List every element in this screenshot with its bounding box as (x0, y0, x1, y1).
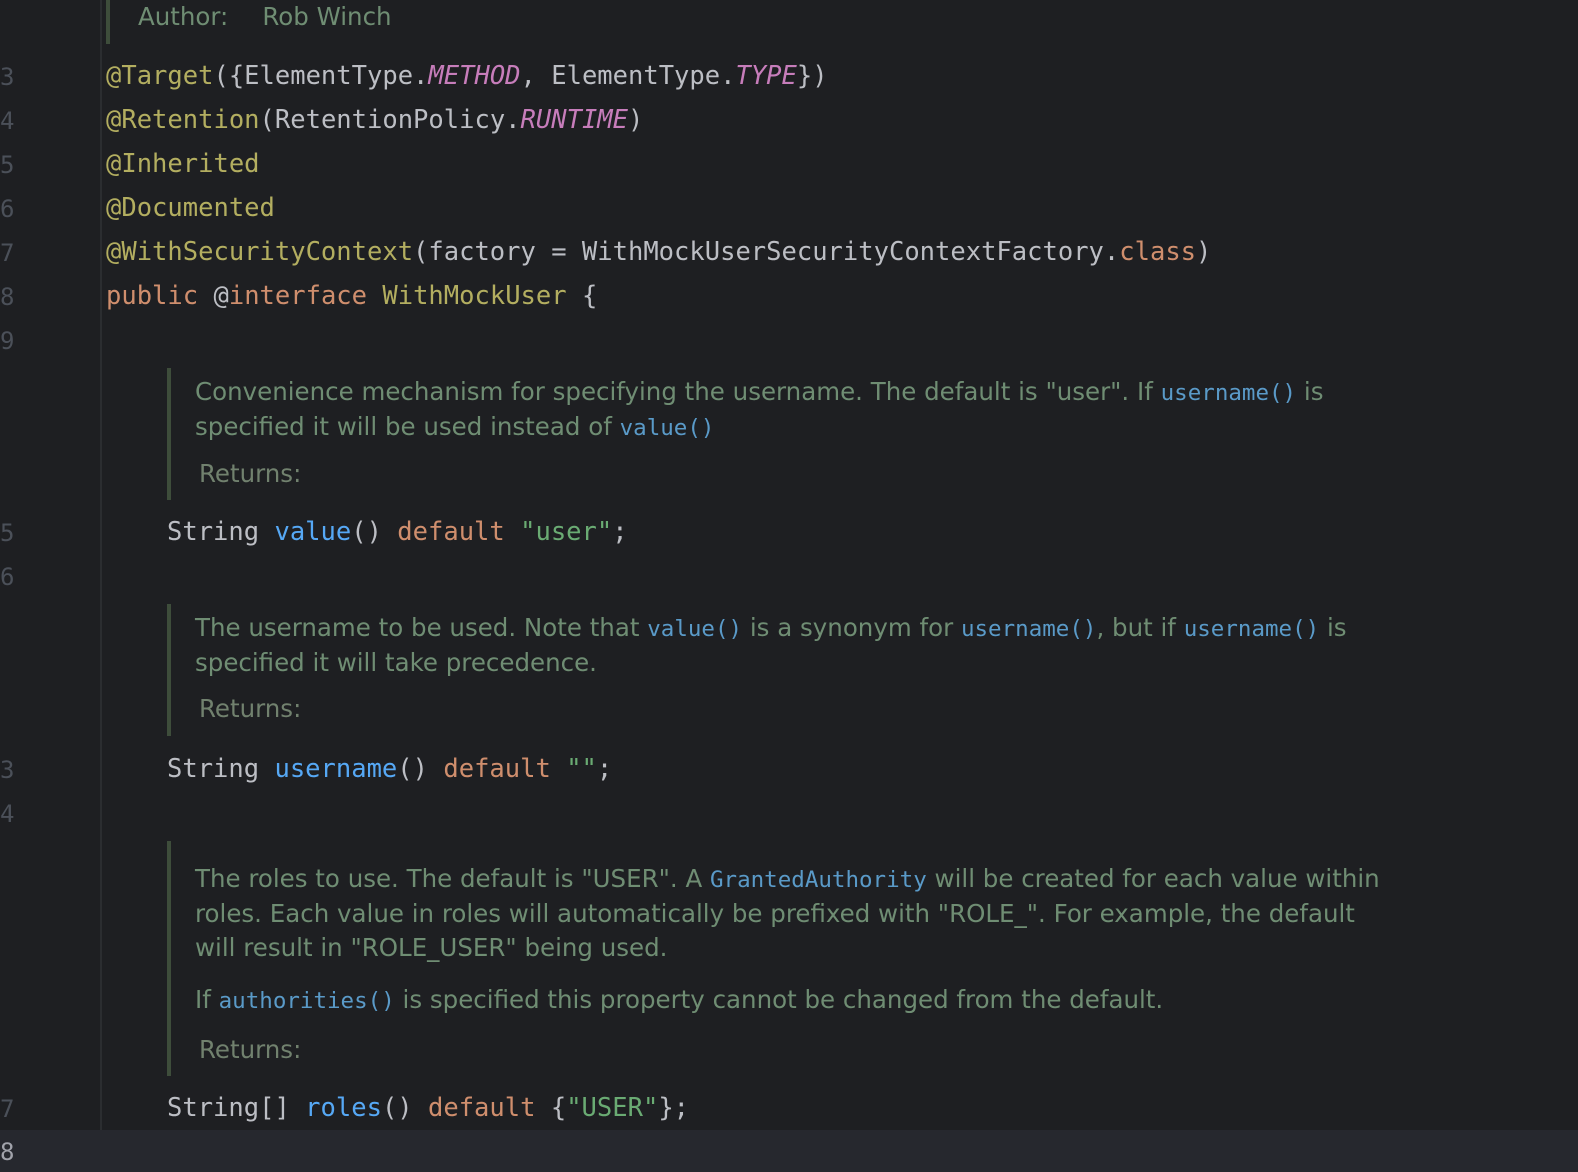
type-name-token: WithMockUser (382, 281, 567, 311)
line-number[interactable]: 5 (0, 519, 20, 547)
annotation-token: @Target (106, 61, 214, 91)
line-number[interactable]: 4 (0, 800, 20, 828)
author-doc: Author: Rob Winch (106, 0, 392, 44)
code-token: @ (198, 281, 229, 311)
code-token: ) (628, 105, 644, 135)
doc-paragraph: The username to be used. Note that value… (195, 613, 1347, 677)
code-line-roles[interactable]: String[] roles() default {"USER"}; (167, 1093, 689, 1123)
code-token: , ElementType. (520, 61, 736, 91)
code-token: ) (1196, 237, 1212, 267)
code-line-value[interactable]: String value() default "user"; (167, 517, 628, 547)
keyword-token: default (428, 1093, 536, 1123)
constant-token: TYPE (735, 61, 797, 91)
doc-link-value[interactable]: value() (620, 415, 715, 441)
code-token: () (397, 754, 444, 784)
code-line-inherited[interactable]: @Inherited (106, 149, 260, 179)
annotation-token: @WithSecurityContext (106, 237, 414, 267)
code-token: String (167, 517, 275, 547)
doc-returns: Returns: (199, 459, 302, 488)
line-number[interactable]: 6 (0, 563, 20, 591)
code-token: () (351, 517, 398, 547)
current-line-highlight (0, 1130, 1578, 1172)
string-token: "user" (520, 517, 613, 547)
author-label: Author: (138, 2, 229, 31)
line-number[interactable]: 9 (0, 327, 20, 355)
string-token: "USER" (566, 1093, 659, 1123)
code-token: ; (596, 754, 613, 784)
javadoc-value: Convenience mechanism for specifying the… (167, 368, 1361, 500)
code-token: String (167, 754, 275, 784)
code-line-interface-decl[interactable]: public @interface WithMockUser { (106, 281, 597, 311)
doc-link-username[interactable]: username() (961, 616, 1096, 642)
method-token: username (274, 754, 398, 784)
annotation-token: @Inherited (106, 149, 260, 179)
code-token: { (535, 1093, 567, 1123)
javadoc-username: The username to be used. Note that value… (167, 604, 1381, 736)
string-token: "" (566, 754, 597, 784)
doc-link-username[interactable]: username() (1184, 616, 1319, 642)
line-number[interactable]: 3 (0, 63, 20, 91)
code-line-target[interactable]: @Target({ElementType.METHOD, ElementType… (106, 61, 828, 91)
doc-link-authorities[interactable]: authorities() (219, 988, 395, 1014)
keyword-token: class (1119, 237, 1197, 267)
doc-returns: Returns: (199, 694, 302, 723)
javadoc-roles: The roles to use. The default is "USER".… (167, 841, 1401, 1076)
keyword-token: default (397, 517, 505, 547)
code-line-retention[interactable]: @Retention(RetentionPolicy.RUNTIME) (106, 105, 643, 135)
doc-paragraph: Convenience mechanism for specifying the… (195, 377, 1324, 441)
line-number[interactable]: 7 (0, 239, 20, 267)
doc-link-username[interactable]: username() (1161, 380, 1296, 406)
code-token: String[] (167, 1093, 306, 1123)
code-line-security-context[interactable]: @WithSecurityContext(factory = WithMockU… (106, 237, 1211, 267)
constant-token: RUNTIME (520, 105, 628, 135)
line-number-current[interactable]: 8 (0, 1138, 20, 1166)
annotation-token: @Retention (106, 105, 260, 135)
constant-token: METHOD (428, 61, 521, 91)
method-token: roles (305, 1093, 382, 1123)
line-number[interactable]: 8 (0, 283, 20, 311)
line-number[interactable]: 5 (0, 151, 20, 179)
doc-returns: Returns: (199, 1035, 302, 1064)
code-token: ({ElementType. (213, 61, 429, 91)
doc-paragraph: If authorities() is specified this prope… (195, 985, 1164, 1014)
code-token: () (381, 1093, 428, 1123)
line-number[interactable]: 4 (0, 107, 20, 135)
code-token: { (566, 281, 598, 311)
code-token: (factory = WithMockUserSecurityContextFa… (413, 237, 1120, 267)
method-token: value (274, 517, 352, 547)
keyword-token: public (106, 281, 199, 311)
doc-paragraph: The roles to use. The default is "USER".… (195, 864, 1380, 962)
keyword-token: interface (228, 281, 368, 311)
code-token: ; (612, 517, 628, 547)
annotation-token: @Documented (106, 193, 275, 223)
code-token: (RetentionPolicy. (259, 105, 521, 135)
code-line-documented[interactable]: @Documented (106, 193, 275, 223)
code-token: }) (796, 61, 828, 91)
code-line-username[interactable]: String username() default ""; (167, 754, 612, 784)
code-token: }; (658, 1093, 690, 1123)
gutter-separator (100, 0, 102, 1172)
line-number[interactable]: 3 (0, 756, 20, 784)
line-number[interactable]: 6 (0, 195, 20, 223)
keyword-token: default (443, 754, 551, 784)
author-name: Rob Winch (262, 2, 392, 31)
doc-link-granted-authority[interactable]: GrantedAuthority (710, 867, 927, 893)
doc-link-value[interactable]: value() (647, 616, 742, 642)
line-number[interactable]: 7 (0, 1095, 20, 1123)
